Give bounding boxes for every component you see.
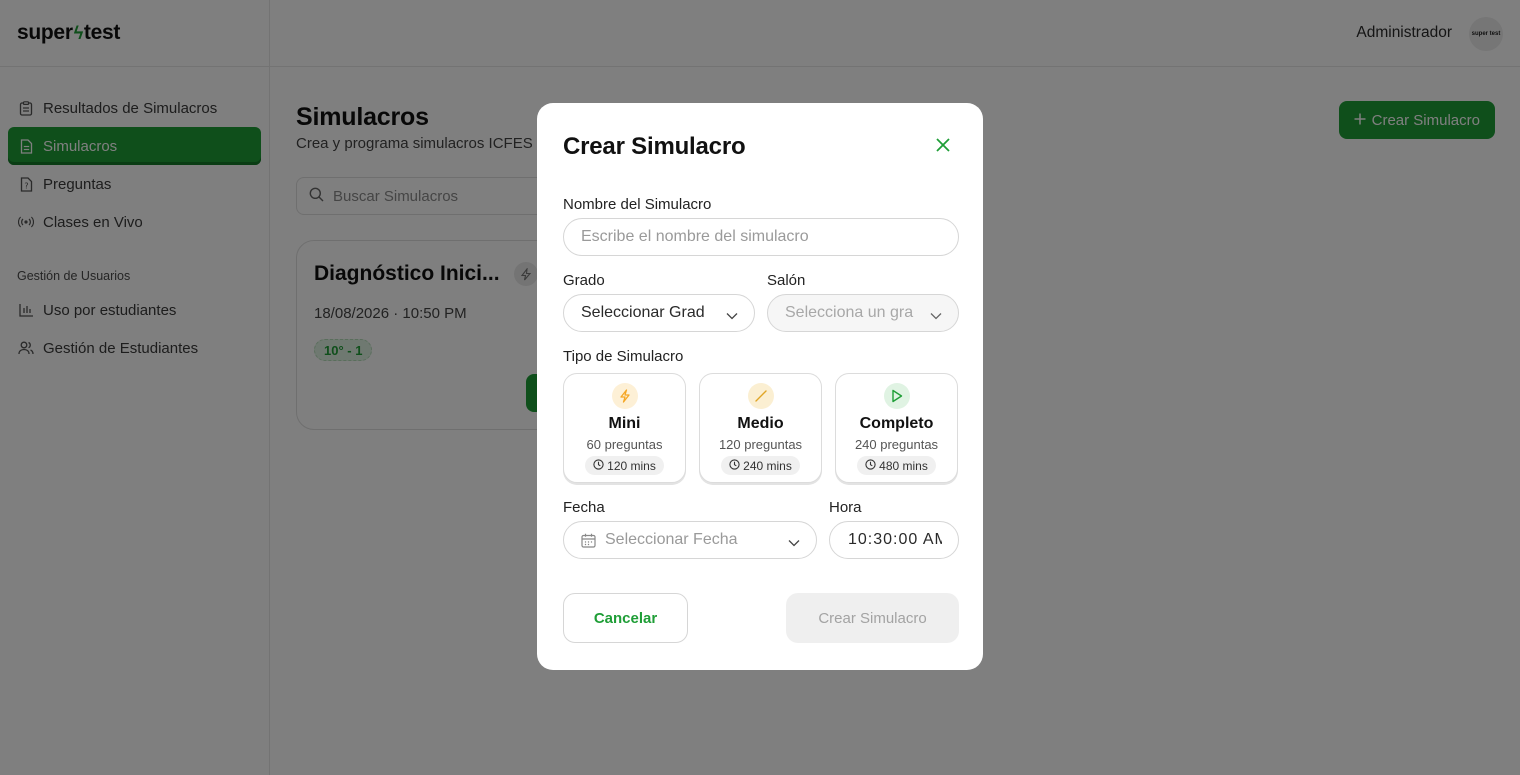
fecha-picker[interactable]: Seleccionar Fecha (563, 521, 817, 559)
fecha-label: Fecha (563, 499, 605, 516)
clock-icon (865, 458, 876, 473)
tipo-name: Medio (737, 415, 784, 432)
submit-create-button[interactable]: Crear Simulacro (786, 593, 959, 643)
tipo-questions: 60 preguntas (586, 437, 663, 452)
tipo-questions: 120 preguntas (718, 437, 803, 452)
tipo-option-completo[interactable]: Completo 240 preguntas 480 mins (835, 373, 958, 483)
clock-icon (593, 458, 604, 473)
grado-label: Grado (563, 272, 605, 289)
slash-icon (747, 383, 774, 409)
salon-select[interactable]: Selecciona un gra (767, 294, 959, 332)
tipo-name: Completo (859, 415, 934, 432)
name-placeholder: Escribe el nombre del simulacro (581, 228, 809, 245)
calendar-icon (581, 533, 596, 548)
salon-value: Selecciona un gra (785, 304, 914, 321)
grado-value: Seleccionar Grad (581, 304, 705, 321)
tipo-label: Tipo de Simulacro (563, 348, 684, 365)
tipo-time-badge: 240 mins (721, 456, 800, 475)
chevron-down-icon (930, 307, 942, 325)
salon-label: Salón (767, 272, 806, 289)
name-input[interactable]: Escribe el nombre del simulacro (563, 218, 959, 256)
tipo-option-medio[interactable]: Medio 120 preguntas 240 mins (699, 373, 822, 483)
tipo-time: 240 mins (743, 458, 792, 473)
tipo-questions: 240 preguntas (854, 437, 939, 452)
play-icon (883, 383, 910, 409)
grado-select[interactable]: Seleccionar Grad (563, 294, 755, 332)
hora-value: 10:30:00 AM (848, 531, 942, 548)
fecha-placeholder: Seleccionar Fecha (605, 531, 738, 548)
name-label: Nombre del Simulacro (563, 196, 712, 213)
cancel-button[interactable]: Cancelar (563, 593, 688, 643)
tipo-time: 120 mins (607, 458, 656, 473)
create-simulacro-modal: Crear Simulacro Nombre del Simulacro Esc… (537, 103, 983, 670)
tipo-time-badge: 120 mins (585, 456, 664, 475)
tipo-name: Mini (608, 415, 641, 432)
hora-label: Hora (829, 499, 862, 516)
lightning-icon (611, 383, 638, 409)
modal-title: Crear Simulacro (563, 133, 746, 160)
hora-input[interactable]: 10:30:00 AM (829, 521, 959, 559)
close-icon[interactable] (933, 135, 953, 155)
chevron-down-icon (788, 534, 800, 552)
tipo-time: 480 mins (879, 458, 928, 473)
tipo-option-mini[interactable]: Mini 60 preguntas 120 mins (563, 373, 686, 483)
clock-icon (729, 458, 740, 473)
chevron-down-icon (726, 307, 738, 325)
tipo-time-badge: 480 mins (857, 456, 936, 475)
